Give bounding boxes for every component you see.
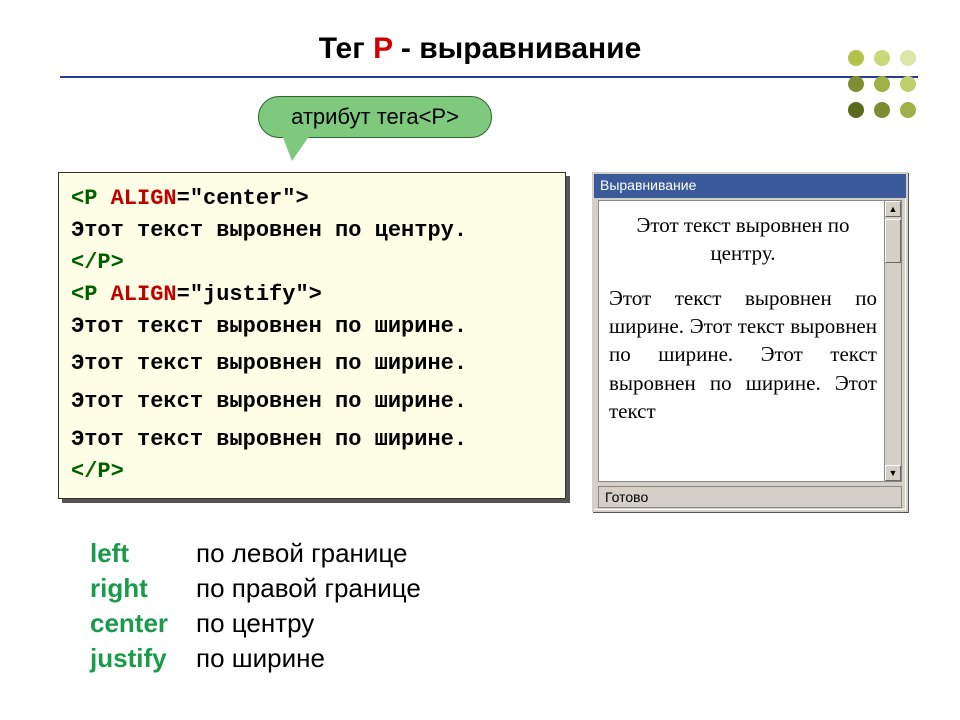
title-underline xyxy=(60,76,918,78)
scroll-thumb[interactable] xyxy=(885,219,901,263)
page-title: Тег P - выравнивание xyxy=(0,32,960,66)
status-bar: Готово xyxy=(598,486,902,508)
callout-tail xyxy=(282,135,310,161)
align-legend: leftпо левой границе rightпо правой гран… xyxy=(90,536,421,676)
legend-key: right xyxy=(90,571,196,606)
callout-pill: атрибут тега <P> xyxy=(258,96,492,138)
browser-preview-window: Выравнивание Этот текст выровнен по цент… xyxy=(592,172,908,512)
preview-viewport: Этот текст выровнен по центру. Этот текс… xyxy=(598,200,888,482)
legend-key: center xyxy=(90,606,196,641)
preview-justified-text: Этот текст выровнен по ширине. Этот текс… xyxy=(609,284,877,426)
scroll-down-icon[interactable]: ▼ xyxy=(885,465,901,481)
code-box: <P ALIGN="center"> Этот текст выровнен п… xyxy=(58,172,566,499)
legend-key: justify xyxy=(90,641,196,676)
preview-centered-text: Этот текст выровнен по центру. xyxy=(609,211,877,268)
decorative-dots xyxy=(848,50,916,118)
window-titlebar: Выравнивание xyxy=(594,174,906,198)
scroll-up-icon[interactable]: ▲ xyxy=(885,201,901,217)
scrollbar[interactable]: ▲ ▼ xyxy=(884,200,902,482)
legend-key: left xyxy=(90,536,196,571)
